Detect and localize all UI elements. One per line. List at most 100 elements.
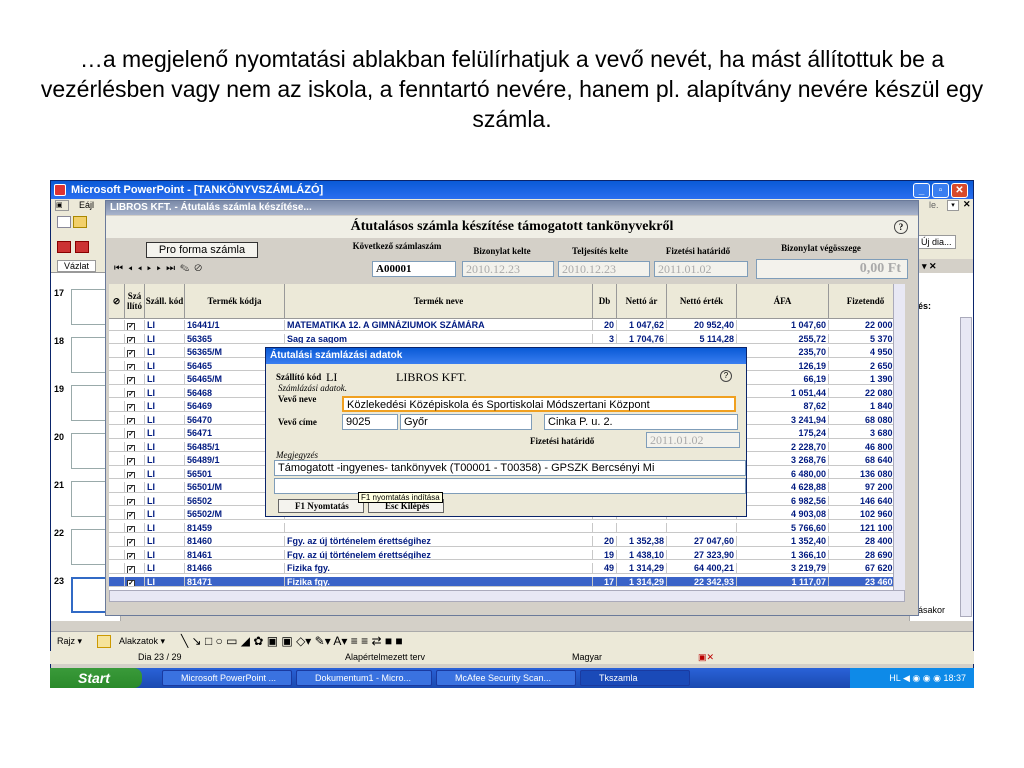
irsz-input[interactable]: 9025 xyxy=(342,414,398,430)
label-kelte: Bizonylat kelte xyxy=(473,246,531,256)
checkbox-icon[interactable]: ✓ xyxy=(127,323,135,330)
header-fizetendo: Fizetendő xyxy=(829,284,903,319)
minimize-button[interactable]: _ xyxy=(913,183,930,198)
checkbox-icon[interactable]: ✓ xyxy=(127,390,135,398)
checkbox-icon[interactable]: ✓ xyxy=(127,350,135,357)
checkbox-icon[interactable]: ✓ xyxy=(127,485,135,492)
row-checkbox[interactable]: ✓ xyxy=(125,522,145,534)
row-checkbox[interactable]: ✓ xyxy=(125,455,145,466)
row-checkbox[interactable]: ✓ xyxy=(125,387,145,399)
checkbox-icon[interactable]: ✓ xyxy=(127,336,135,344)
checkbox-icon[interactable]: ✓ xyxy=(127,444,135,452)
dialog-fizhat-field[interactable]: 2011.01.02 xyxy=(646,432,740,448)
row-checkbox[interactable]: ✓ xyxy=(125,414,145,426)
row-checkbox[interactable]: ✓ xyxy=(125,333,145,345)
checkbox-icon[interactable]: ✓ xyxy=(127,431,135,438)
new-slide-link[interactable]: Új dia... xyxy=(917,235,956,249)
table-row[interactable]: ✓ LI 16441/1 MATEMATIKA 12. A GIMNÁZIUMOK S… xyxy=(109,320,905,331)
task-pane-close-icon[interactable]: ▾ ✕ xyxy=(922,261,937,272)
row-checkbox[interactable]: ✓ xyxy=(125,576,145,588)
header-szall-kod: Száll. kód xyxy=(145,284,185,319)
cell-afa: 4 628,88 xyxy=(737,482,829,493)
start-button[interactable]: Start xyxy=(50,668,142,688)
varos-input[interactable]: Győr xyxy=(400,414,532,430)
cell-db: 20 xyxy=(593,320,617,331)
row-checkbox[interactable]: ✓ xyxy=(125,347,145,358)
table-row[interactable]: ✓ LI 81459 5 766,60 121 100,0 xyxy=(109,522,905,534)
taskbar-powerpoint[interactable]: Microsoft PowerPoint ... xyxy=(162,670,292,686)
draw-menu[interactable]: Rajz ▾ xyxy=(57,636,82,647)
row-checkbox[interactable]: ✓ xyxy=(125,401,145,412)
taskbar-tkszamla[interactable]: Tkszamla xyxy=(580,670,690,686)
taskbar-word[interactable]: Dokumentum1 - Micro... xyxy=(296,670,432,686)
megjegyzes-input-2[interactable] xyxy=(274,478,746,494)
row-checkbox[interactable]: ✓ xyxy=(125,441,145,453)
checkbox-icon[interactable]: ✓ xyxy=(127,512,135,519)
row-checkbox[interactable]: ✓ xyxy=(125,509,145,520)
row-checkbox[interactable]: ✓ xyxy=(125,495,145,507)
szamlaszam-field[interactable]: A00001 xyxy=(372,261,456,277)
table-row[interactable]: ✓ LI 56365 Sag za sagom 3 1 704,76 5 114,28 255… xyxy=(109,333,905,345)
tray-lang[interactable]: HL xyxy=(889,673,900,683)
tab-vazlat[interactable]: Vázlat xyxy=(57,260,97,272)
checkbox-icon[interactable]: ✓ xyxy=(127,363,135,371)
fizhat-field[interactable]: 2011.01.02 xyxy=(654,261,748,277)
record-nav-icons[interactable]: ⏮◂◂▸▸⏭✎⊘ xyxy=(114,263,207,274)
table-vertical-scrollbar[interactable] xyxy=(893,284,905,590)
tray-icons[interactable]: ◀ ◉ ◉ ◉ xyxy=(903,673,943,683)
draw-tools-icons[interactable]: ╲ ↘ □ ○ ▭ ◢ ✿ ▣ ▣ ◇▾ ✎▾ A▾ ≡ ≡ ⇄ ■ ■ xyxy=(181,634,403,648)
shapes-menu[interactable]: Alakzatok ▾ xyxy=(119,636,165,647)
checkbox-icon[interactable]: ✓ xyxy=(127,525,135,533)
slide-icon-2[interactable] xyxy=(75,241,89,253)
row-checkbox[interactable]: ✓ xyxy=(125,360,145,372)
print-button[interactable]: F1 Nyomtatás xyxy=(278,499,364,513)
task-pane-scrollbar[interactable] xyxy=(960,317,972,617)
new-icon[interactable] xyxy=(57,216,71,228)
open-icon[interactable] xyxy=(73,216,87,228)
cell-szall-kod: LI xyxy=(145,360,185,372)
cell-termek-kodja: 81460 xyxy=(185,536,285,547)
table-row[interactable]: ✓ LI 81461 Fgy. az új történelem érettségih… xyxy=(109,549,905,561)
dialog-help-icon[interactable]: ? xyxy=(720,370,732,382)
close-button[interactable]: ✕ xyxy=(951,183,968,198)
checkbox-icon[interactable]: ✓ xyxy=(127,417,135,425)
utca-input[interactable]: Cinka P. u. 2. xyxy=(544,414,738,430)
label-vevo-neve: Vevő neve xyxy=(278,394,317,404)
row-checkbox[interactable]: ✓ xyxy=(125,549,145,561)
restore-button[interactable]: ▫ xyxy=(932,183,949,198)
megjegyzes-input[interactable]: Támogatott -ingyenes- tankönyvek (T00001… xyxy=(274,460,746,476)
taskbar-mcafee[interactable]: McAfee Security Scan... xyxy=(436,670,576,686)
help-icon[interactable]: ? xyxy=(894,220,908,234)
checkbox-icon[interactable]: ✓ xyxy=(127,404,135,411)
close-doc-icon[interactable]: ✕ xyxy=(963,199,971,210)
checkbox-icon[interactable]: ✓ xyxy=(127,377,135,384)
table-row[interactable]: ✓ LI 81471 Fizika fgy. 17 1 314,29 22 342,93 1 … xyxy=(109,576,905,588)
row-checkbox[interactable]: ✓ xyxy=(125,374,145,385)
table-row[interactable]: ✓ LI 81466 Fizika fgy. 49 1 314,29 64 400,21 3 … xyxy=(109,563,905,574)
table-row[interactable]: ✓ LI 81460 Fgy. az új történelem érettségih… xyxy=(109,536,905,547)
row-checkbox[interactable]: ✓ xyxy=(125,428,145,439)
checkbox-icon[interactable]: ✓ xyxy=(127,579,135,587)
checkbox-icon[interactable]: ✓ xyxy=(127,539,135,546)
kelte-field[interactable]: 2010.12.23 xyxy=(462,261,554,277)
row-checkbox[interactable]: ✓ xyxy=(125,482,145,493)
slide-icon-1[interactable] xyxy=(57,241,71,253)
row-checkbox[interactable]: ✓ xyxy=(125,468,145,480)
vevo-neve-input[interactable]: Közlekedési Középiskola és Sportiskolai … xyxy=(342,396,736,412)
pro-forma-button[interactable]: Pro forma számla xyxy=(146,242,258,258)
teljesites-field[interactable]: 2010.12.23 xyxy=(558,261,650,277)
select-pointer-icon[interactable] xyxy=(97,635,111,648)
checkbox-icon[interactable]: ✓ xyxy=(127,566,135,573)
checkbox-icon[interactable]: ✓ xyxy=(127,471,135,479)
cell-fizetendo: 22 080,0 xyxy=(829,387,903,399)
row-checkbox[interactable]: ✓ xyxy=(125,536,145,547)
row-checkbox[interactable]: ✓ xyxy=(125,563,145,574)
checkbox-icon[interactable]: ✓ xyxy=(127,498,135,506)
checkbox-icon[interactable]: ✓ xyxy=(127,552,135,560)
table-horizontal-scrollbar[interactable] xyxy=(109,590,905,602)
row-indicator xyxy=(109,333,125,345)
checkbox-icon[interactable]: ✓ xyxy=(127,458,135,465)
dropdown-icon[interactable]: ▾ xyxy=(947,200,959,211)
row-checkbox[interactable]: ✓ xyxy=(125,320,145,331)
menu-file[interactable]: Eájl xyxy=(79,200,94,210)
